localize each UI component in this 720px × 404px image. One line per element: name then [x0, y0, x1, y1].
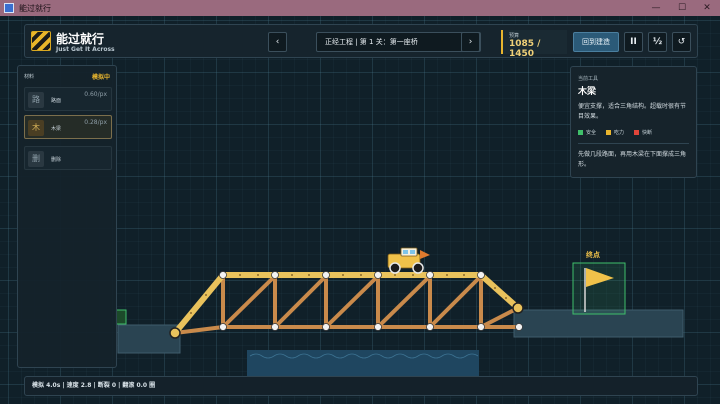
game-title: 能过就行: [56, 32, 105, 46]
restart-button[interactable]: ↺: [672, 32, 691, 52]
minimize-button[interactable]: —: [643, 0, 669, 16]
legend-swatch: [578, 130, 583, 135]
materials-panel: 材料 模拟中 路 路面 0.60/px 木 木梁 0.28/px 删 删除: [17, 65, 117, 368]
tool-hint: 先做几段路面，再用木梁在下面撑成三角形。: [578, 151, 687, 168]
legend-item: 吃力: [606, 129, 624, 136]
material-road[interactable]: 路 路面 0.60/px: [24, 87, 112, 111]
simulation-mode-label: 模拟中: [91, 74, 110, 81]
right-anchor-joint: [512, 302, 524, 314]
truck-icon: [387, 247, 430, 274]
budget-display: 预算 1085 / 1450: [501, 30, 567, 59]
legend-label: 快断: [642, 130, 653, 136]
wood-icon: 木: [28, 120, 44, 136]
material-name: 木梁: [51, 126, 62, 132]
divider: [578, 143, 689, 144]
hazard-logo-icon: [31, 31, 51, 51]
half-speed-button[interactable]: ½: [648, 32, 667, 52]
back-to-build-button[interactable]: 回到建造: [573, 32, 619, 52]
window-titlebar: 能过就行 — ☐ ✕: [0, 0, 720, 16]
goal-label: 终点: [586, 251, 600, 259]
material-price: 0.28/px: [84, 119, 107, 126]
budget-value: 1085 / 1450: [509, 39, 541, 59]
material-name: 删除: [51, 157, 62, 163]
material-price: 0.60/px: [84, 91, 107, 98]
level-select[interactable]: 正经工程 | 第 1 关：第一座桥 ⌄: [316, 32, 481, 52]
current-tool-panel: 当前工具 木梁 便宜支撑，适合三角结构。超载时很有节目效果。 安全 吃力 快断 …: [570, 66, 697, 178]
level-select-value: 正经工程 | 第 1 关：第一座桥: [325, 38, 418, 46]
simulation-status-bar: 模拟 4.0s | 速度 2.8 | 断裂 0 | 翻滚 0.0 圈: [24, 376, 698, 396]
goal-zone: [572, 262, 626, 315]
left-anchor-joint: [169, 327, 181, 339]
material-wood[interactable]: 木 木梁 0.28/px: [24, 115, 112, 139]
legend-label: 吃力: [614, 130, 625, 136]
budget-label: 预算: [509, 33, 520, 39]
prev-level-button[interactable]: ‹: [268, 32, 287, 52]
window-title: 能过就行: [19, 3, 51, 13]
game-subtitle: Just Get It Across: [56, 46, 115, 53]
tool-panel-subtitle: 当前工具: [578, 76, 599, 82]
tool-description: 便宜支撑，适合三角结构。超载时很有节目效果。: [578, 103, 687, 120]
material-name: 路面: [51, 98, 62, 104]
tool-panel-title: 木梁: [578, 87, 597, 97]
maximize-button[interactable]: ☐: [669, 0, 695, 16]
pause-button[interactable]: II: [624, 32, 643, 52]
legend-item: 安全: [578, 129, 596, 136]
materials-label: 材料: [24, 74, 35, 80]
material-delete[interactable]: 删 删除: [24, 146, 112, 170]
road-rivets: [190, 274, 507, 314]
legend-swatch: [634, 130, 640, 135]
legend-item: 快断: [634, 129, 652, 136]
stress-legend: 安全 吃力 快断: [578, 129, 689, 136]
next-level-button[interactable]: ›: [461, 32, 480, 52]
wood-beams: [173, 274, 521, 335]
left-anchor-marker: [115, 309, 127, 325]
road-icon: 路: [28, 92, 44, 108]
delete-icon: 删: [28, 151, 44, 167]
close-button[interactable]: ✕: [694, 0, 720, 16]
top-header: 能过就行 Just Get It Across ‹ 正经工程 | 第 1 关：第…: [24, 24, 698, 59]
legend-swatch: [606, 130, 612, 135]
legend-label: 安全: [586, 130, 597, 136]
app-icon: [4, 3, 14, 13]
